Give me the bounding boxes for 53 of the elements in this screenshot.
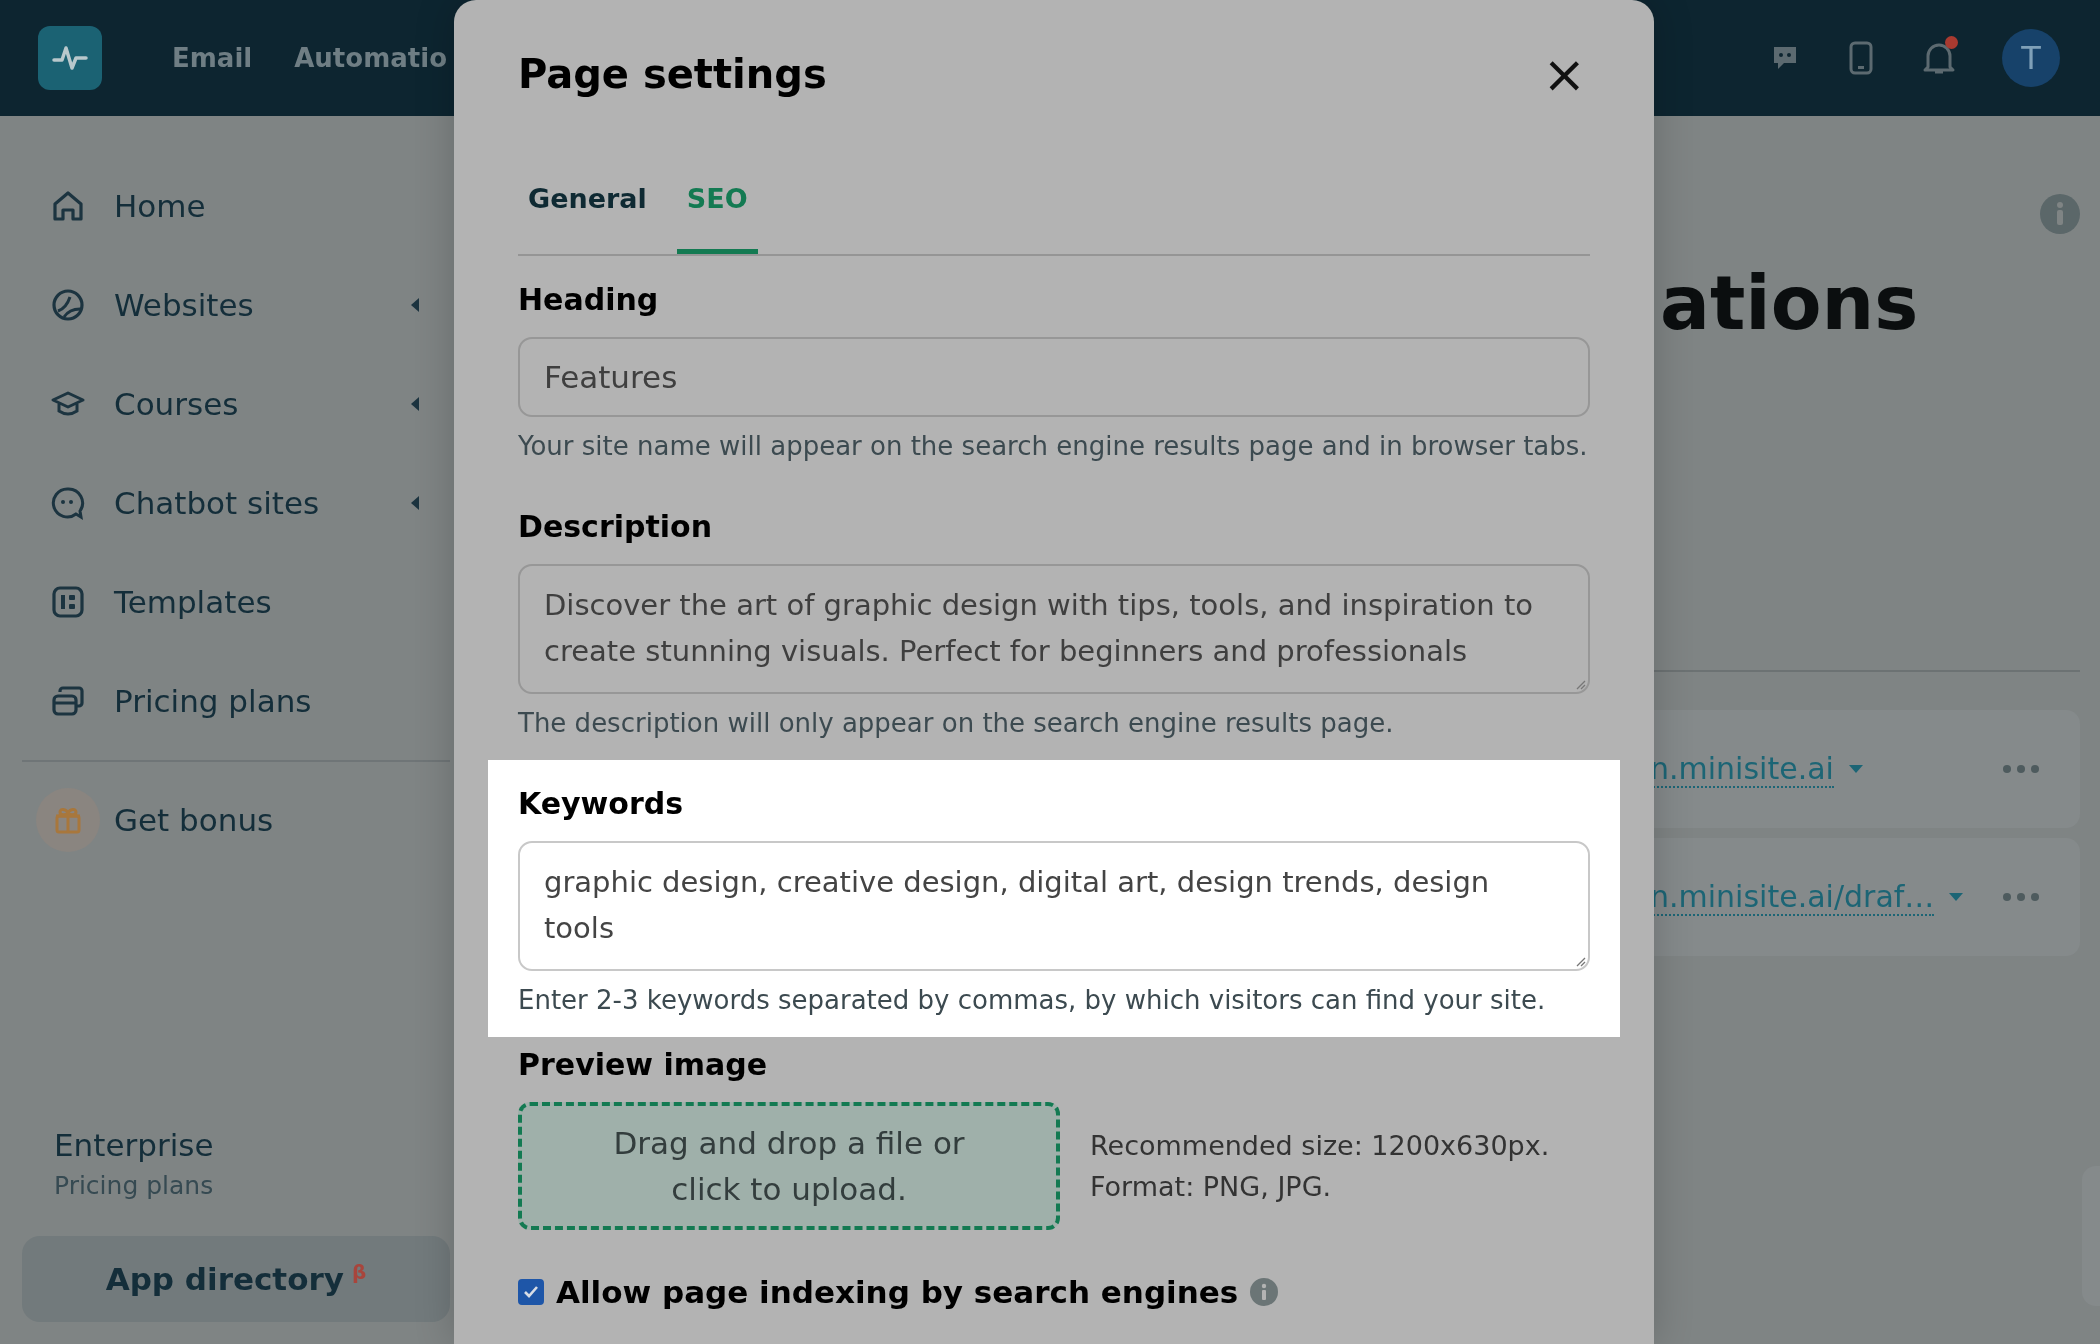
sidebar-item[interactable]: Templates [22, 552, 450, 651]
checkbox-label[interactable]: Allow page indexing by search engines [556, 1274, 1239, 1310]
sidebar-label: Pricing plans [114, 682, 313, 719]
app-directory-button[interactable]: App directory $^{β}$ [22, 1236, 450, 1322]
checkbox[interactable] [518, 1279, 544, 1305]
sidebar-label: Websites [114, 286, 255, 323]
user-avatar[interactable]: T [2002, 29, 2060, 87]
field-label: Keywords [518, 786, 685, 821]
sidebar-label: Get bonus [114, 801, 275, 838]
resize-grip-icon[interactable] [1574, 955, 1586, 967]
field-label: Preview image [518, 1047, 769, 1082]
chat-bubble-icon [50, 484, 86, 521]
more-icon[interactable] [2002, 764, 2040, 774]
nav-link[interactable]: Automatio [294, 43, 447, 73]
sidebar-label: Courses [114, 385, 240, 422]
sidebar-label: Templates [114, 583, 273, 620]
page-heading: ations [1660, 266, 1920, 340]
plan-subtitle[interactable]: Pricing plans [54, 1171, 450, 1200]
field-label: Heading [518, 282, 660, 317]
text-area-field[interactable]: Discover the art of graphic design with tips, tools, and inspiration to create stunning visuals. Perfect for beginners and professionals [518, 564, 1590, 694]
field-hint: Enter 2-3 keywords separated by commas, by which visitors can find your site. [518, 985, 1547, 1015]
field-hint: The description will only appear on the search engine results page. [518, 708, 1395, 738]
image-requirement: Format: PNG, JPG. [1090, 1171, 1333, 1202]
sidebar-item[interactable]: Courses [22, 354, 450, 453]
template-icon [50, 583, 86, 620]
close-button[interactable]: × [1538, 48, 1590, 100]
tab[interactable]: SEO [676, 148, 758, 254]
sidebar-item[interactable]: Home [22, 156, 450, 255]
sidebar-item[interactable]: Websites [22, 255, 450, 354]
more-icon[interactable] [2002, 892, 2040, 902]
resize-grip-icon[interactable] [1574, 678, 1586, 690]
info-icon[interactable] [2040, 194, 2080, 234]
sidebar-item[interactable]: Chatbot sites [22, 453, 450, 552]
info-icon[interactable] [1250, 1278, 1279, 1306]
file-dropzone[interactable]: Drag and drop a file or click to upload. [518, 1102, 1060, 1230]
logo-icon[interactable] [38, 26, 102, 90]
text-area-field[interactable]: graphic design, creative design, digital art, design trends, design tools [518, 841, 1590, 971]
caret-icon[interactable] [1847, 764, 1864, 774]
field-hint: Your site name will appear on the search engine results page and in browser tabs. [518, 431, 1589, 461]
globe-icon [50, 286, 86, 323]
phone-icon[interactable] [1848, 41, 1874, 75]
tab[interactable]: General [518, 148, 657, 254]
bonus-item[interactable]: Get bonus [22, 770, 450, 869]
sidebar-label: Chatbot sites [114, 484, 321, 521]
sidebar-item[interactable]: Pricing plans [22, 651, 450, 750]
text-input-field[interactable]: Features [518, 337, 1590, 417]
plan-name: Enterprise [54, 1127, 215, 1163]
dialog-title: Page settings [518, 51, 827, 97]
field-label: Description [518, 509, 714, 544]
image-requirement: Recommended size: 1200x630px. [1090, 1130, 1550, 1161]
caret-icon[interactable] [1948, 892, 1965, 902]
nav-link[interactable]: Email [172, 43, 253, 73]
sidebar-label: Home [114, 187, 207, 224]
